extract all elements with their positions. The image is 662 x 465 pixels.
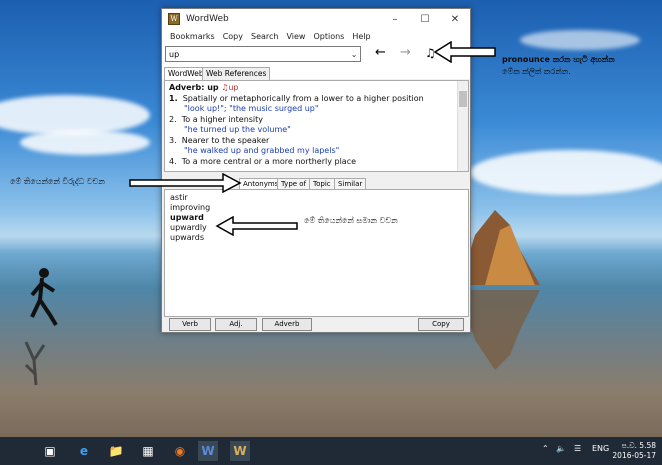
cloud: [0, 95, 150, 135]
clock[interactable]: ප.ව. 5.58 2016-05-17: [612, 441, 656, 461]
minimize-button[interactable]: –: [380, 9, 410, 29]
taskbar: ▣ e 📁 ▦ ◉ W W ⌃ 🔈 ☰ ENG ප.ව. 5.58 2016-0…: [0, 437, 662, 465]
tab-similar[interactable]: Similar: [334, 178, 367, 189]
close-button[interactable]: ✕: [440, 9, 470, 29]
tab-web-references[interactable]: Web References: [202, 67, 271, 80]
clock-date: 2016-05-17: [612, 451, 656, 460]
adj-button[interactable]: Adj.: [215, 318, 257, 331]
definition-heading: Adverb: up ♫up: [169, 83, 239, 92]
runner-reflection: [24, 341, 46, 386]
top-tab-strip: WordWeb Web References: [162, 67, 470, 80]
sense-2: 2. To a higher intensity: [169, 115, 264, 124]
synonyms-annotation-arrow: [215, 216, 298, 236]
store-icon[interactable]: ▦: [138, 441, 158, 461]
search-row: ⌄ ← → ♫: [162, 43, 470, 67]
menu-search[interactable]: Search: [247, 32, 282, 41]
tab-antonyms[interactable]: Antonyms: [239, 178, 283, 189]
related-words-panel: astir improving upward upwardly upwards: [164, 189, 469, 317]
list-item[interactable]: upwards: [170, 233, 204, 242]
firefox-icon[interactable]: ◉: [170, 441, 190, 461]
task-view-icon[interactable]: ▣: [40, 441, 60, 461]
tab-topic[interactable]: Topic: [309, 178, 335, 189]
menu-view[interactable]: View: [282, 32, 309, 41]
pronounce-annotation-arrow: [433, 41, 496, 63]
menu-copy[interactable]: Copy: [219, 32, 247, 41]
cloud: [520, 30, 640, 50]
list-item[interactable]: upward: [170, 213, 204, 222]
definition-scrollbar[interactable]: [457, 81, 468, 171]
menu-options[interactable]: Options: [309, 32, 348, 41]
runner-figure: [30, 268, 58, 327]
pronounce-annotation-text: pronounce කරන හැටි අහන්න: [502, 55, 615, 64]
scrollbar-thumb[interactable]: [459, 91, 467, 107]
menu-bar: Bookmarks Copy Search View Options Help: [162, 29, 470, 43]
sense-4: 4. To a more central or a more northerly…: [169, 157, 357, 166]
chevron-down-icon[interactable]: ⌄: [348, 50, 360, 59]
sense-1-example: "look up!"; "the music surged up": [184, 104, 319, 113]
word-icon[interactable]: W: [198, 441, 218, 461]
tab-type-of[interactable]: Type of: [277, 178, 311, 189]
chevron-up-icon[interactable]: ⌃: [542, 444, 549, 453]
sense-3-example: "he walked up and grabbed my lapels": [184, 146, 340, 155]
part-of-speech-label: Adverb: up: [169, 83, 219, 92]
sense-2-example: "he turned up the volume": [184, 125, 291, 134]
edge-browser-icon[interactable]: e: [74, 441, 94, 461]
window-title: WordWeb: [186, 14, 229, 24]
wordweb-taskbar-icon[interactable]: W: [230, 441, 250, 461]
cloud: [20, 130, 150, 155]
volume-icon[interactable]: 🔈: [556, 444, 566, 453]
language-indicator[interactable]: ENG: [592, 444, 609, 453]
bottom-button-bar: Verb Adj. Adverb Copy: [162, 317, 470, 332]
list-item[interactable]: astir: [170, 193, 188, 202]
antonyms-annotation-arrow: [129, 173, 242, 193]
maximize-button[interactable]: ☐: [410, 9, 440, 29]
list-item[interactable]: upwardly: [170, 223, 207, 232]
forward-arrow-icon[interactable]: →: [400, 46, 411, 60]
wordweb-window: W WordWeb – ☐ ✕ Bookmarks Copy Search Vi…: [161, 8, 471, 333]
clock-time: ප.ව. 5.58: [621, 441, 656, 450]
title-bar[interactable]: W WordWeb – ☐ ✕: [162, 9, 470, 29]
list-item[interactable]: improving: [170, 203, 210, 212]
pronounce-annotation-text-2: මේක ක්ලික් කරන්න.: [502, 67, 571, 76]
sound-word-link[interactable]: up: [228, 83, 238, 92]
verb-button[interactable]: Verb: [169, 318, 211, 331]
menu-bookmarks[interactable]: Bookmarks: [166, 32, 219, 41]
sense-1: 1. Spatially or metaphorically from a lo…: [169, 94, 424, 103]
file-explorer-icon[interactable]: 📁: [106, 441, 126, 461]
definition-panel: Adverb: up ♫up 1. Spatially or metaphori…: [164, 80, 469, 172]
search-combobox[interactable]: ⌄: [165, 46, 361, 62]
search-input[interactable]: [166, 48, 349, 60]
network-icon[interactable]: ☰: [574, 444, 581, 453]
adverb-button[interactable]: Adverb: [262, 318, 312, 331]
menu-help[interactable]: Help: [348, 32, 374, 41]
copy-button[interactable]: Copy: [418, 318, 464, 331]
synonyms-annotation-text: මේ තියෙන්නේ සමාන වචන: [304, 216, 398, 225]
wordweb-app-icon: W: [168, 13, 180, 25]
sense-3: 3. Nearer to the speaker: [169, 136, 270, 145]
back-arrow-icon[interactable]: ←: [375, 46, 386, 60]
cloud: [470, 150, 662, 195]
antonyms-annotation-text: මේ තියෙන්නේ විරුද්ධ වචන: [10, 177, 105, 186]
